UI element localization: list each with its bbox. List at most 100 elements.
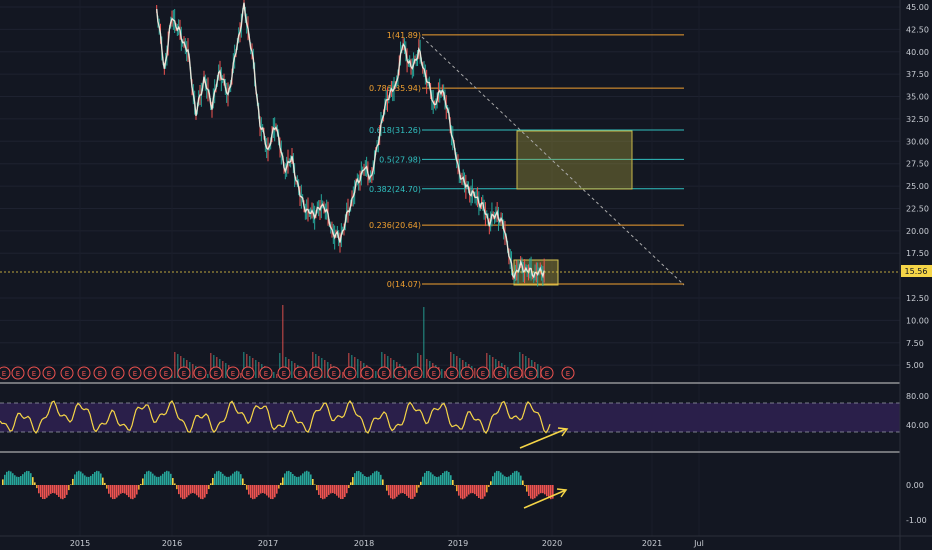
osc-bar [160,475,162,485]
osc-bar [430,472,432,485]
osc-bar [438,476,440,485]
earnings-marker-label: E [398,370,402,378]
osc-bar [40,485,42,498]
osc-bar [194,485,196,494]
volume-bar [258,362,260,378]
x-tick-label: 2017 [258,539,278,548]
last-price-label: 15.56 [905,267,928,276]
osc-bar [416,485,418,493]
earnings-marker-label: E [365,370,369,378]
osc-bar [168,471,170,485]
osc-bar [506,476,508,485]
fib-level-label: 1(41.89) [387,31,421,40]
osc-bar [480,485,482,500]
osc-bar [312,478,314,485]
osc-bar [112,485,114,500]
osc-bar [128,485,130,498]
osc-bar [86,476,88,485]
osc-bar [374,471,376,485]
stock-chart[interactable]: 1(41.89)0.786(35.94)0.618(31.26)0.5(27.9… [0,0,932,550]
osc-bar [446,470,448,485]
osc-bar [96,470,98,485]
osc-bar [182,485,184,500]
osc-bar [84,475,86,485]
osc-bar [388,485,390,496]
osc-bar [422,476,424,485]
osc-bar [4,474,6,485]
osc-bar [544,485,546,495]
y-tick-label: 7.50 [906,339,924,348]
osc-bar [324,485,326,499]
osc-bar [304,471,306,485]
volume-bar [408,370,410,378]
osc-bar [232,473,234,485]
osc-bar [188,485,190,496]
osc-bar [278,485,280,489]
osc-bar [8,470,10,485]
osc-bar [78,470,80,485]
y-tick-label: 37.50 [906,70,929,79]
rsi-band [0,403,900,432]
osc-bar [504,476,506,485]
earnings-marker-label: E [529,370,533,378]
osc-bar [426,470,428,485]
osc-bar [280,482,282,485]
volume-bar [324,360,326,378]
volume-bar [492,357,494,378]
osc-bar [48,485,50,496]
osc-bar [240,474,242,485]
y-tick-label: 42.50 [906,25,929,34]
osc-bar [542,485,544,494]
osc-bar [100,473,102,485]
osc-bar [132,485,134,500]
x-tick-label: Jul [693,539,704,548]
osc-bar [306,470,308,485]
osc-bar [432,474,434,485]
earnings-marker-label: E [246,370,250,378]
osc-bar [414,485,416,497]
osc-bar [172,478,174,485]
osc-bar [44,485,46,500]
osc-bar [242,478,244,485]
osc-bar [286,471,288,485]
osc-bar [284,473,286,485]
osc-bar [514,471,516,485]
osc-bar [90,475,92,485]
osc-bar [80,471,82,485]
osc-bar [358,470,360,485]
osc-bar [336,485,338,496]
osc-bar [258,485,260,496]
osc-bar [536,485,538,497]
y-tick-label: 10.00 [906,316,929,325]
earnings-marker-label: E [116,370,120,378]
osc-bar [246,485,248,490]
osc-bar [62,485,64,500]
volume-bar [273,372,275,378]
osc-bar [540,485,542,494]
osc-tick-label: -1.00 [906,516,927,525]
earnings-marker-label: E [164,370,168,378]
osc-bar [68,485,70,491]
volume-bar [390,358,392,378]
osc-bar [108,485,110,494]
osc-bar [318,485,320,495]
osc-bar [196,485,198,496]
osc-bar [356,471,358,485]
osc-bar [252,485,254,500]
earnings-marker-label: E [450,370,454,378]
earnings-marker-label: E [65,370,69,378]
osc-bar [158,476,160,485]
osc-bar [54,485,56,494]
osc-bar [250,485,252,498]
osc-bar [122,485,124,494]
osc-bar [30,473,32,485]
osc-bar [360,472,362,485]
x-tick-label: 2018 [354,539,374,548]
osc-bar [404,485,406,495]
osc-bar [362,474,364,485]
earnings-marker-label: E [348,370,352,378]
x-tick-label: 2021 [642,539,662,548]
osc-bar [320,485,322,499]
osc-bar [346,485,348,494]
osc-bar [500,472,502,485]
